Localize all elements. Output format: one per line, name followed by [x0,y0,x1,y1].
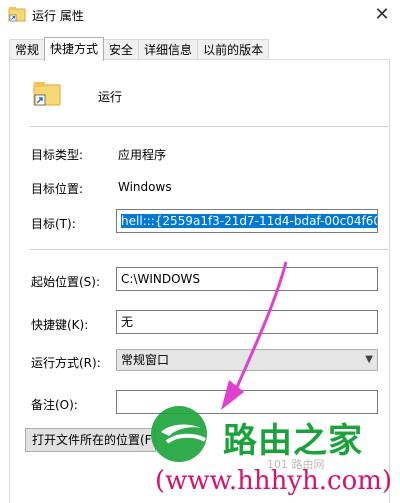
separator [30,249,388,250]
separator [30,126,388,127]
chevron-down-icon: ▼ [365,354,373,365]
folder-icon [8,7,26,22]
target-input-text: hell:::{2559a1f3-21d7-11d4-bdaf-00c04f60… [121,214,377,228]
hotkey-label: 快捷键(K): [31,318,89,332]
run-select[interactable]: 常规窗口 ▼ [116,349,378,371]
hotkey-input[interactable]: 无 [116,310,378,334]
comment-label: 备注(O): [31,398,78,412]
target-type-value: 应用程序 [118,148,167,162]
close-button[interactable]: ✕ [364,0,400,28]
target-input[interactable]: hell:::{2559a1f3-21d7-11d4-bdaf-00c04f60… [116,209,378,233]
comment-input[interactable] [116,390,378,414]
target-location-value: Windows [118,180,172,194]
window-title: 运行 属性 [32,9,84,23]
open-file-location-button[interactable]: 打开文件所在的位置(F [25,428,156,452]
tab-details[interactable]: 详细信息 [138,39,199,61]
tab-shortcut[interactable]: 快捷方式 [44,37,105,61]
tab-previous-versions[interactable]: 以前的版本 [197,39,270,61]
shortcut-folder-icon [33,82,61,106]
shortcut-panel: 运行 目标类型: 应用程序 目标位置: Windows 目标(T): hell:… [9,59,390,503]
start-in-input[interactable]: C:\WINDOWS [116,267,378,291]
target-label: 目标(T): [31,217,76,231]
target-type-label: 目标类型: [31,148,84,162]
start-in-label: 起始位置(S): [31,275,101,289]
target-location-label: 目标位置: [31,182,84,196]
title-bar: 运行 属性 ✕ [0,0,400,30]
shortcut-name: 运行 [98,90,123,104]
run-label: 运行方式(R): [31,356,101,370]
close-icon: ✕ [374,3,390,25]
tab-strip: 常规 快捷方式 安全 详细信息 以前的版本 [9,37,270,61]
tab-security[interactable]: 安全 [103,39,140,61]
run-select-value: 常规窗口 [121,353,170,367]
tab-general[interactable]: 常规 [9,39,46,61]
